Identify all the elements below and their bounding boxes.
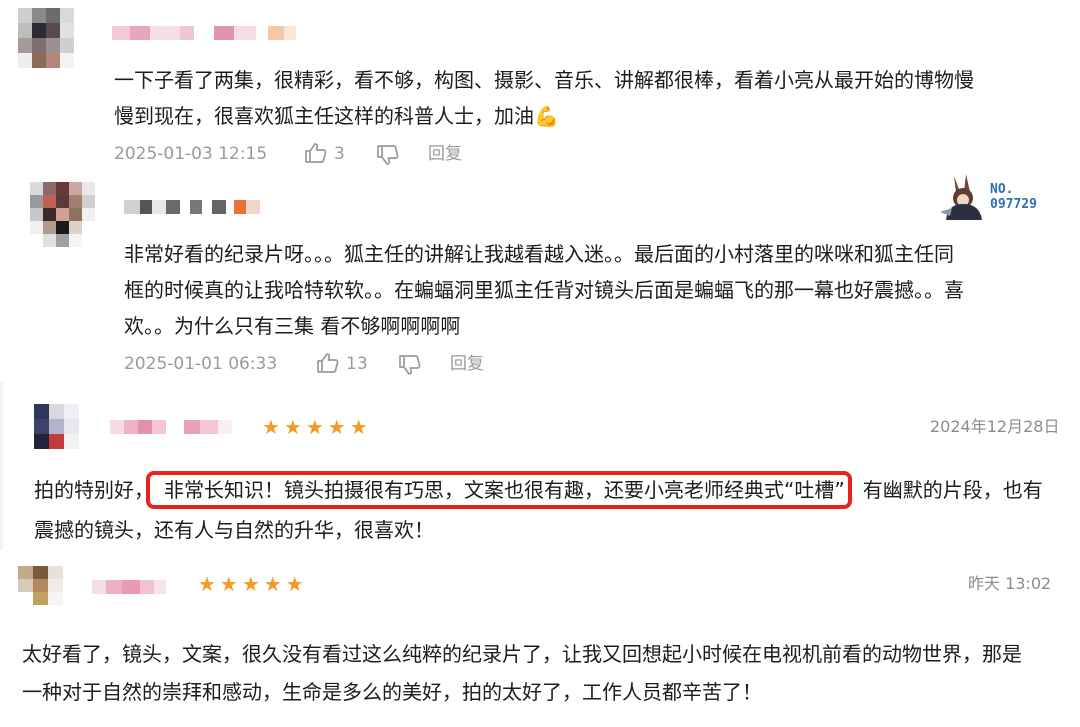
like-count: 3 (334, 144, 345, 164)
rating-stars: ★★★★★ (262, 415, 372, 439)
badge-number: NO. 097729 (990, 182, 1037, 212)
character-badge-icon (940, 174, 982, 220)
username-blurred[interactable] (110, 420, 232, 434)
review-text-after: 有幽默的片段，也有 (862, 478, 1043, 502)
timestamp: 2025-01-03 12:15 (114, 144, 268, 164)
comment-text-line: 非常好看的纪录片呀。。。狐主任的讲解让我越看越入迷。。最后面的小村落里的咪咪和狐… (124, 242, 954, 266)
like-count: 13 (346, 354, 368, 374)
review-date: 2024年12月28日 (930, 417, 1060, 436)
comment-text-line: 一下子看了两集，很精彩，看不够，构图、摄影、音乐、讲解都很棒，看着小亮从最开始的… (114, 68, 974, 92)
thumbs-up-icon[interactable] (304, 142, 328, 164)
username-blurred[interactable] (124, 200, 260, 214)
username-blurred[interactable] (92, 580, 166, 594)
comment-text-line: 慢到现在，很喜欢狐主任这样的科普人士，加油💪 (114, 104, 559, 128)
username-blurred[interactable] (112, 26, 296, 40)
avatar[interactable] (18, 566, 63, 605)
review-text-line-2: 震撼的镜头，还有人与自然的升华，很喜欢！ (34, 518, 434, 542)
review-text-line: 太好看了，镜头，文案，很久没有看过这么纯粹的纪录片了，让我又回想起小时候在电视机… (22, 642, 1022, 666)
avatar[interactable] (18, 8, 74, 68)
thumbs-down-icon[interactable] (376, 144, 400, 166)
thumbs-up-icon[interactable] (316, 352, 340, 374)
left-edge-bar (0, 382, 3, 550)
thumbs-down-icon[interactable] (398, 354, 422, 376)
timestamp: 2025-01-01 06:33 (124, 354, 278, 374)
reply-button[interactable]: 回复 (428, 144, 462, 164)
avatar[interactable] (30, 182, 95, 247)
review-text-before: 拍的特别好， (34, 478, 154, 502)
highlight-box (146, 471, 852, 509)
comment-text-line: 框的时候真的让我哈特软软。。在蝙蝠洞里狐主任背对镜头后面是蝙蝠飞的那一幕也好震撼… (124, 278, 964, 302)
badge-line-2: 097729 (990, 197, 1037, 212)
badge-line-1: NO. (990, 182, 1014, 197)
reply-button[interactable]: 回复 (450, 354, 484, 374)
review-date: 昨天 13:02 (968, 574, 1052, 593)
avatar[interactable] (34, 404, 79, 449)
comment-text-line: 欢。。为什么只有三集 看不够啊啊啊啊 (124, 314, 461, 338)
rating-stars: ★★★★★ (198, 572, 308, 596)
review-text-line: 一种对于自然的崇拜和感动，生命是多么的美好，拍的太好了，工作人员都辛苦了！ (22, 680, 762, 704)
